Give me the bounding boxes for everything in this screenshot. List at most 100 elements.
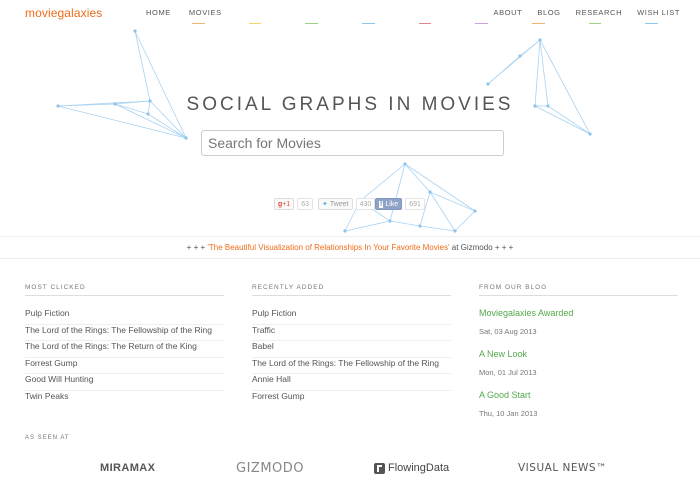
list-item[interactable]: The Lord of the Rings: The Fellowship of… [252,358,451,374]
blog-post: A New Look Mon, 01 Jul 2013 [479,349,678,380]
as-seen-at-label: AS SEEN AT [25,435,70,441]
color-stripe-segment [418,23,432,24]
tweet-count: 430 [355,198,376,210]
most-clicked-column: MOST CLICKED Pulp Fiction The Lord of th… [25,284,224,407]
graph-edge [389,163,406,222]
recently-added-list: Pulp Fiction Traffic Babel The Lord of t… [252,308,451,407]
blog-post-date: Sat, 03 Aug 2013 [479,327,537,336]
graph-edge [134,30,151,102]
miramax-logo[interactable]: MIRAMAX [100,462,155,474]
press-logos: MIRAMAX GIZMODO FlowingData VISUAL NEWS™ [0,461,700,482]
color-stripe-segment [248,23,262,24]
graph-node [403,162,407,166]
list-item[interactable]: Forrest Gump [25,358,224,374]
list-item[interactable]: Babel [252,341,451,358]
like-widget: f Like 691 [375,197,425,211]
tweet-button[interactable]: ✦ Tweet [318,198,353,210]
nav-left: HOME MOVIES [146,8,222,17]
nav-research[interactable]: RESEARCH [576,8,622,17]
blog-column: FROM OUR BLOG Moviegalaxies Awarded Sat,… [479,284,678,431]
blog-post-title[interactable]: Moviegalaxies Awarded [479,308,678,318]
blog-post-date: Mon, 01 Jul 2013 [479,368,537,377]
list-item[interactable]: The Lord of the Rings: The Fellowship of… [25,325,224,341]
list-item[interactable]: Good Will Hunting [25,374,224,391]
graph-node [453,229,457,233]
gplus-widget: g +1 63 [274,197,314,211]
graph-edge [344,220,391,232]
graph-node [538,38,542,42]
graph-edge [359,163,406,202]
color-stripe-segment [475,23,489,24]
gplus-count: 63 [297,198,314,210]
graph-node [133,29,137,33]
banner-link[interactable]: 'The Beautiful Visualization of Relation… [207,243,449,252]
graph-edge [429,191,456,232]
flowingdata-icon [374,462,385,474]
blog-post: Moviegalaxies Awarded Sat, 03 Aug 2013 [479,308,678,339]
hero: SOCIAL GRAPHS IN MOVIES g+1 63 ✦Tweet 43… [0,26,700,236]
graph-node [473,209,477,213]
recently-added-column: RECENTLY ADDED Pulp Fiction Traffic Babe… [252,284,451,407]
graph-edge [539,39,591,135]
list-item[interactable]: Pulp Fiction [25,308,224,325]
press-banner: + + + 'The Beautiful Visualization of Re… [0,236,700,259]
nav-about[interactable]: ABOUT [494,8,523,17]
graph-node [428,190,432,194]
graph-edge [389,220,421,227]
graph-node [588,132,592,136]
visual-news-logo[interactable]: VISUAL NEWS™ [518,462,607,474]
color-stripe [170,23,680,25]
nav-blog[interactable]: BLOG [537,8,560,17]
list-item[interactable]: Annie Hall [252,374,451,391]
graph-node [184,136,188,140]
like-button[interactable]: f Like [375,198,403,210]
graph-edge [487,39,541,85]
list-item[interactable]: Twin Peaks [25,391,224,408]
color-stripe-segment [588,23,602,24]
blog-post-date: Thu, 10 Jan 2013 [479,409,538,418]
tweet-widget: ✦ Tweet 430 [318,197,376,211]
list-item[interactable]: Forrest Gump [252,391,451,408]
graph-node [518,54,522,58]
blog-post-title[interactable]: A Good Start [479,390,678,400]
nav-home[interactable]: HOME [146,8,171,17]
list-item[interactable]: Traffic [252,325,451,341]
nav-wish-list[interactable]: WISH LIST [637,8,680,17]
top-bar: moviegalaxies HOME MOVIES ABOUT BLOG RES… [0,0,700,26]
graph-node [418,224,422,228]
most-clicked-heading: MOST CLICKED [25,284,224,296]
twitter-bird-icon: ✦ [322,201,328,208]
facebook-icon: f [379,200,384,208]
color-stripe-segment [532,23,545,24]
flowingdata-label: FlowingData [388,462,450,474]
banner-suffix: at Gizmodo + + + [449,243,514,252]
page-title: SOCIAL GRAPHS IN MOVIES [186,94,514,115]
blog-post: A Good Start Thu, 10 Jan 2013 [479,390,678,421]
site-logo[interactable]: moviegalaxies [25,6,102,20]
banner-prefix: + + + [186,243,208,252]
graph-edge [454,210,476,232]
blog-heading: FROM OUR BLOG [479,284,678,296]
gizmodo-logo[interactable]: GIZMODO [236,461,304,476]
tweet-label: Tweet [329,200,349,208]
blog-post-title[interactable]: A New Look [479,349,678,359]
graph-edge [429,191,476,212]
recently-added-heading: RECENTLY ADDED [252,284,451,296]
nav-movies[interactable]: MOVIES [189,8,222,17]
nav-right: ABOUT BLOG RESEARCH WISH LIST [494,8,680,17]
graph-edge [419,225,456,232]
like-count: 691 [405,198,425,210]
graph-node [343,229,347,233]
graph-node [388,219,392,223]
flowingdata-logo[interactable]: FlowingData [374,462,449,474]
gplus-button[interactable]: g +1 [274,198,295,210]
list-item[interactable]: The Lord of the Rings: The Return of the… [25,341,224,358]
graph-node [486,82,490,86]
color-stripe-segment [645,23,659,24]
search-input[interactable] [201,130,504,156]
color-stripe-segment [305,23,319,24]
most-clicked-list: Pulp Fiction The Lord of the Rings: The … [25,308,224,407]
color-stripe-segment [362,23,375,24]
gplus-label: +1 [282,200,291,208]
list-item[interactable]: Pulp Fiction [252,308,451,325]
